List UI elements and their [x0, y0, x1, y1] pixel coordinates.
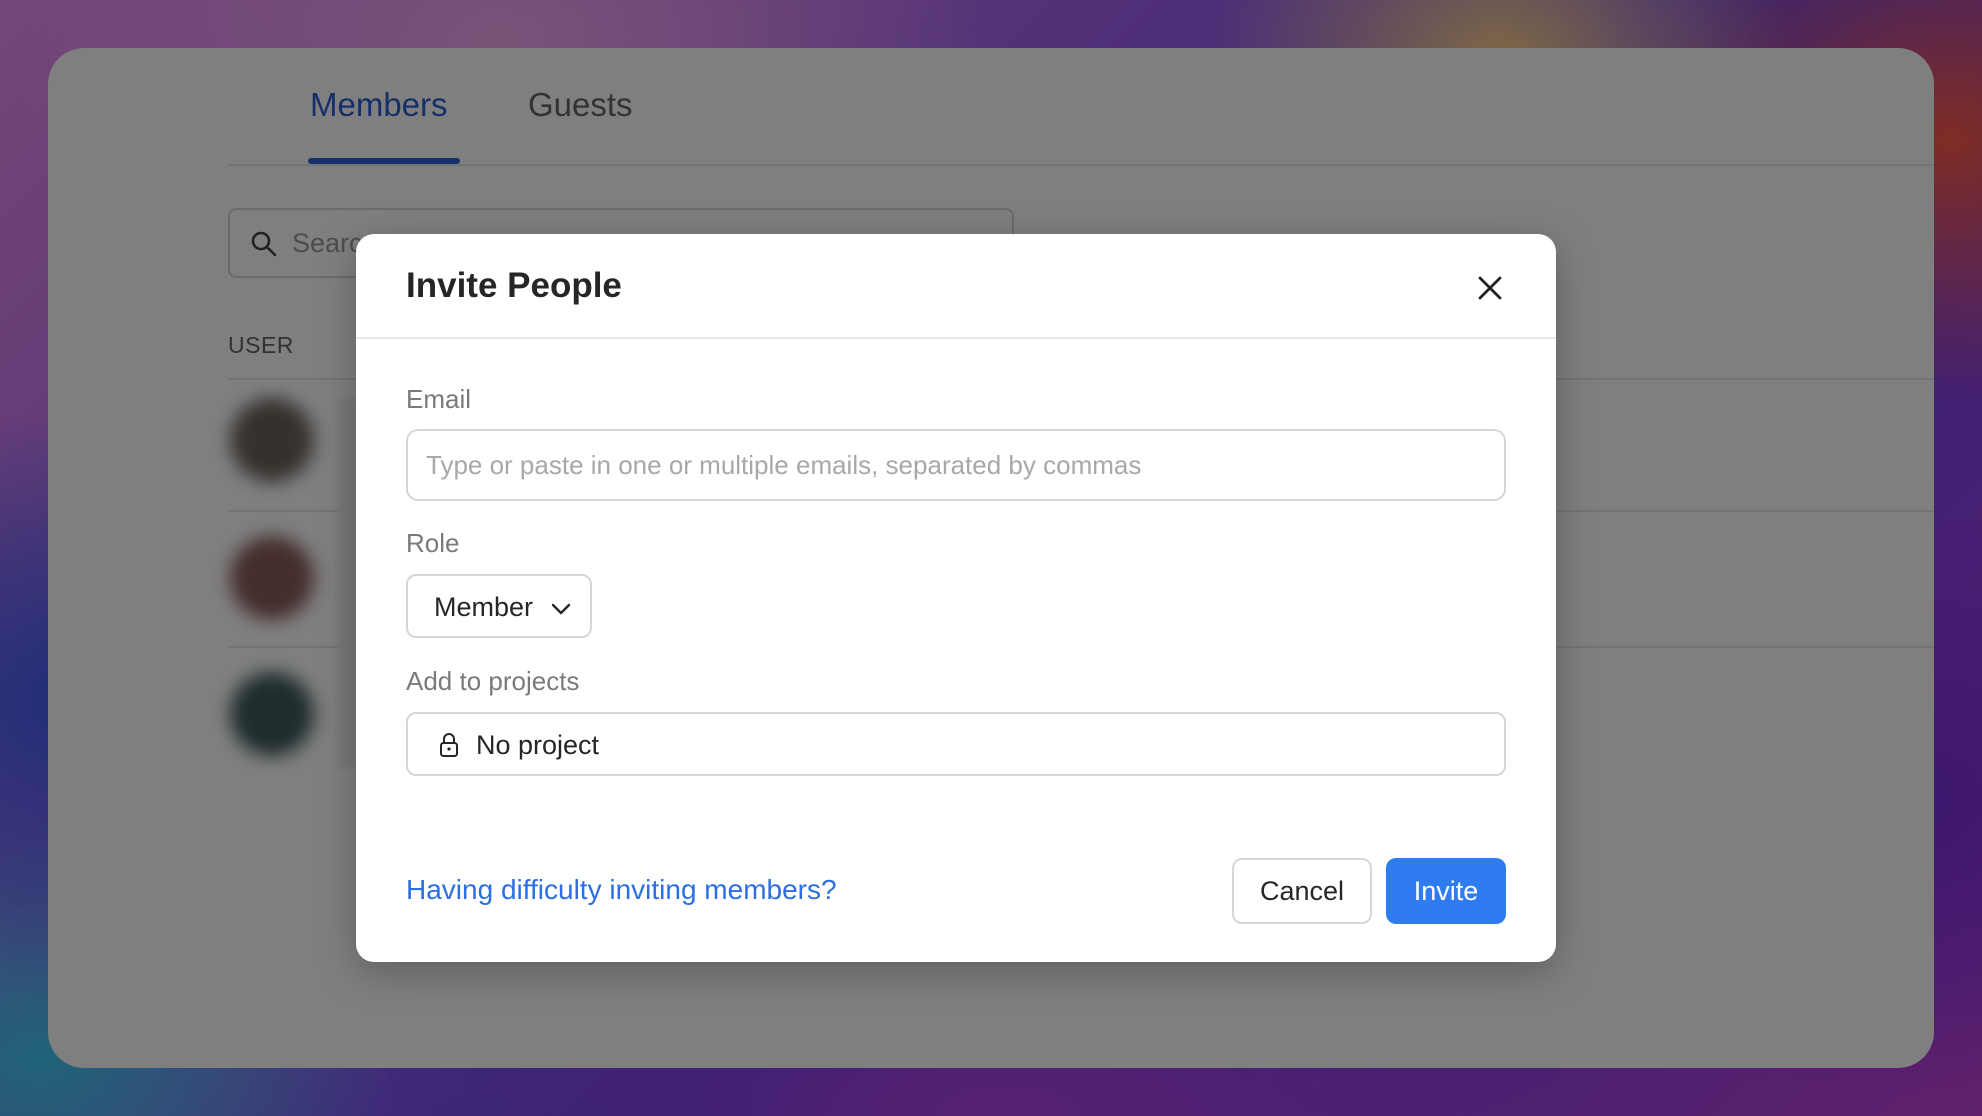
- projects-label: Add to projects: [406, 666, 580, 696]
- role-label: Role: [406, 528, 460, 558]
- project-selected-value: No project: [476, 730, 600, 760]
- role-select[interactable]: Member: [406, 574, 592, 638]
- lock-icon: [440, 733, 458, 757]
- dialog-title: Invite People: [406, 266, 622, 305]
- project-select[interactable]: No project: [406, 712, 1506, 776]
- chevron-down-icon: [551, 603, 571, 615]
- help-link[interactable]: Having difficulty inviting members?: [406, 874, 837, 906]
- email-field[interactable]: [406, 429, 1506, 501]
- dialog-header: Invite People: [356, 234, 1556, 339]
- invite-button[interactable]: Invite: [1386, 858, 1506, 924]
- close-icon[interactable]: [1472, 270, 1508, 306]
- invite-people-dialog: Invite People Email Role Member Add to p…: [356, 234, 1556, 962]
- email-label: Email: [406, 384, 472, 414]
- role-selected-value: Member: [434, 592, 534, 622]
- cancel-button[interactable]: Cancel: [1232, 858, 1372, 924]
